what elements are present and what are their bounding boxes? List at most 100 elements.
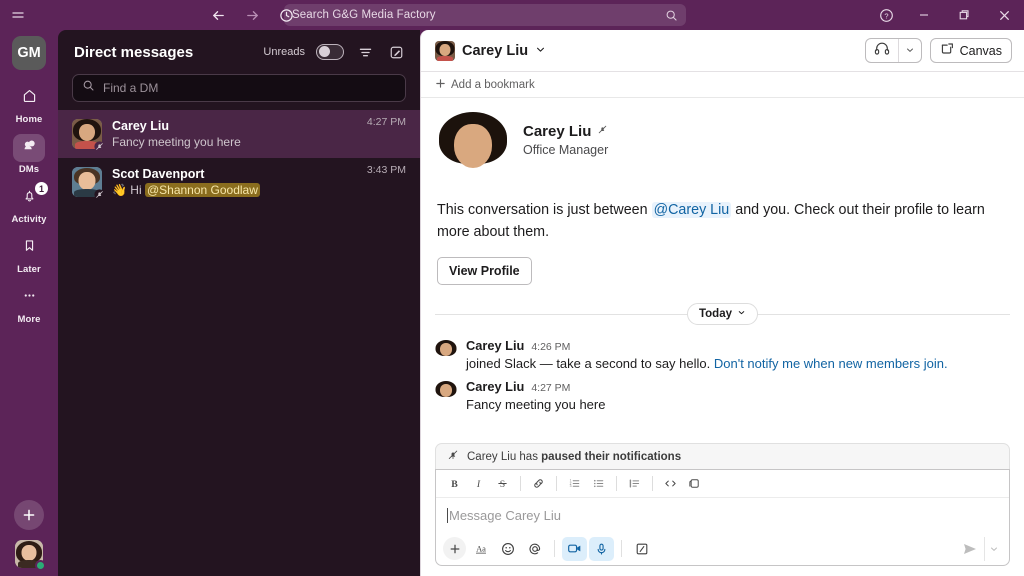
dm-row-text: Carey Liu Fancy meeting you here (112, 118, 357, 150)
sidebar-label-dms: DMs (19, 164, 39, 175)
notif-text-bold: paused their notifications (541, 451, 681, 463)
code-block-button[interactable] (683, 473, 706, 495)
headphones-icon (874, 41, 890, 61)
toggle-knob (319, 46, 330, 57)
dm-row-carey-liu[interactable]: Carey Liu Fancy meeting you here 4:27 PM (58, 110, 420, 158)
view-profile-label: View Profile (449, 264, 520, 278)
huddle-control (865, 38, 922, 63)
format-text-button[interactable]: Aa (468, 537, 493, 561)
intro-name-row: Carey Liu (523, 122, 608, 140)
create-new-button[interactable] (14, 500, 44, 530)
compose-icon[interactable] (386, 42, 406, 62)
message-link[interactable]: Don't notify me when new members join. (714, 356, 948, 371)
day-divider-button[interactable]: Today (687, 303, 758, 325)
sidebar-item-more[interactable]: More (4, 284, 54, 325)
formatting-toolbar: B I S 123 (436, 470, 1009, 498)
workspace-badge[interactable]: GM (12, 36, 46, 70)
emoji-button[interactable] (495, 537, 520, 561)
blockquote-button[interactable] (623, 473, 646, 495)
close-button[interactable] (984, 0, 1024, 30)
conversation-header-actions: Canvas (865, 38, 1012, 63)
dms-icon (21, 137, 38, 159)
home-icon (21, 87, 38, 109)
add-bookmark-button[interactable]: Add a bookmark (421, 72, 1024, 98)
slack-window: Search G&G Media Factory ? GM (0, 0, 1024, 576)
intro-name: Carey Liu (523, 123, 591, 140)
huddle-options-button[interactable] (898, 39, 921, 62)
sidebar-item-later[interactable]: Later (4, 234, 54, 275)
dm-panel-header: Direct messages Unreads (58, 30, 420, 74)
intro-mention-link[interactable]: @Carey Liu (652, 202, 732, 218)
intro-avatar[interactable] (437, 112, 509, 184)
mention-button[interactable] (522, 537, 547, 561)
send-button[interactable] (956, 537, 984, 561)
message-header: Carey Liu 4:26 PM (466, 338, 1008, 353)
toolbar-divider (652, 476, 653, 491)
sidebar-item-activity[interactable]: 1 Activity (4, 184, 54, 225)
minimize-button[interactable] (904, 0, 944, 30)
dm-row-scot-davenport[interactable]: Scot Davenport 👋 Hi @Shannon Goodlaw 3:4… (58, 158, 420, 206)
avatar[interactable] (435, 340, 457, 362)
paused-notifications-icon (597, 122, 608, 140)
current-user-avatar[interactable] (15, 540, 43, 568)
search-placeholder: Search G&G Media Factory (292, 9, 436, 21)
video-clip-button[interactable] (562, 537, 587, 561)
presence-indicator (35, 560, 46, 571)
message-timestamp: 4:26 PM (531, 341, 570, 353)
intro-meta: Carey Liu Office Manager (523, 112, 608, 157)
start-huddle-button[interactable] (866, 39, 898, 62)
sidebar-item-home[interactable]: Home (4, 84, 54, 125)
activity-icon-wrap: 1 (13, 184, 45, 212)
ordered-list-button[interactable]: 123 (563, 473, 586, 495)
conversation-title-button[interactable]: Carey Liu (435, 41, 546, 61)
dms-icon-wrap (13, 134, 45, 162)
slash-command-button[interactable] (629, 537, 654, 561)
hamburger-menu-icon[interactable] (0, 0, 36, 30)
link-button[interactable] (527, 473, 550, 495)
window-controls: ? (868, 0, 1024, 30)
message-input[interactable]: Message Carey Liu (436, 498, 1009, 532)
chevron-down-icon (905, 42, 915, 60)
view-profile-button[interactable]: View Profile (437, 257, 532, 285)
paused-notifications-banner: Carey Liu has paused their notifications (435, 443, 1010, 469)
dm-row-text: Scot Davenport 👋 Hi @Shannon Goodlaw (112, 166, 357, 198)
help-circle-icon[interactable]: ? (868, 0, 904, 30)
paused-notifications-text: Carey Liu has paused their notifications (467, 451, 681, 463)
bold-button[interactable]: B (443, 473, 466, 495)
avatar (72, 119, 102, 149)
search-icon (82, 79, 95, 97)
avatar (72, 167, 102, 197)
filter-icon[interactable] (355, 42, 375, 62)
conversation-pane: Carey Liu (420, 30, 1024, 576)
dm-search-input[interactable]: Find a DM (72, 74, 406, 102)
dm-row-emoji: 👋 (112, 183, 127, 197)
bell-slash-icon (447, 448, 459, 466)
message-author[interactable]: Carey Liu (466, 379, 524, 394)
later-icon-wrap (13, 234, 45, 262)
dm-row-preview: 👋 Hi @Shannon Goodlaw (112, 182, 357, 198)
search-bar[interactable]: Search G&G Media Factory (284, 4, 686, 26)
attach-button[interactable] (443, 537, 466, 560)
unreads-toggle[interactable] (316, 44, 344, 60)
code-button[interactable] (659, 473, 682, 495)
forward-button[interactable] (242, 5, 262, 25)
dm-panel-title: Direct messages (74, 44, 193, 61)
avatar[interactable] (435, 381, 457, 403)
maximize-button[interactable] (944, 0, 984, 30)
send-options-button[interactable] (984, 537, 1002, 561)
composer-area: Carey Liu has paused their notifications… (421, 443, 1024, 576)
audio-clip-button[interactable] (589, 537, 614, 561)
intro-role: Office Manager (523, 143, 608, 157)
strikethrough-button[interactable]: S (491, 473, 514, 495)
message-item: Carey Liu 4:26 PM joined Slack — take a … (421, 335, 1024, 376)
plus-icon (435, 76, 446, 94)
bulleted-list-button[interactable] (587, 473, 610, 495)
unreads-label: Unreads (263, 46, 305, 58)
italic-button[interactable]: I (467, 473, 490, 495)
sidebar-item-dms[interactable]: DMs (4, 134, 54, 175)
message-author[interactable]: Carey Liu (466, 338, 524, 353)
day-divider-label: Today (699, 308, 732, 320)
dm-row-time: 4:27 PM (367, 116, 406, 128)
back-button[interactable] (208, 5, 228, 25)
open-canvas-button[interactable]: Canvas (930, 38, 1012, 63)
